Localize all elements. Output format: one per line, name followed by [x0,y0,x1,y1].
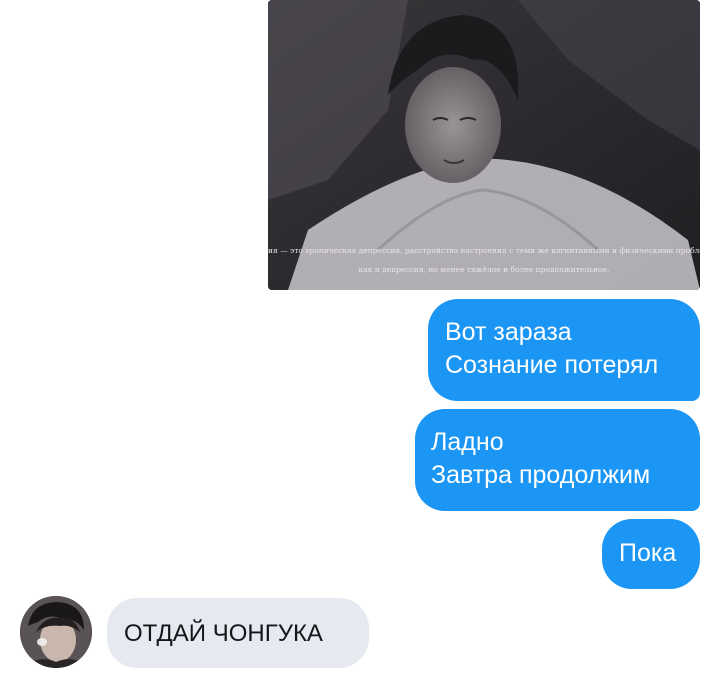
message-text: ОТДАЙ ЧОНГУКА [124,620,323,647]
incoming-message-bubble[interactable]: ОТДАЙ ЧОНГУКА [107,598,369,668]
outgoing-message-bubble[interactable]: Вот зараза Сознание потерял [428,299,700,401]
message-text: Пока [619,539,677,567]
outgoing-message-bubble[interactable]: Ладно Завтра продолжим [415,409,700,511]
message-text: Вот зараза [445,318,572,346]
photo-caption-line: как и депрессия, но менее тяжёлое и боле… [358,265,610,274]
photo-caption-line: ия — это хроническая депрессия, расстрой… [268,246,700,255]
sender-avatar[interactable] [20,596,92,668]
shared-photo[interactable]: ия — это хроническая депрессия, расстрой… [268,0,700,290]
avatar-image [20,596,92,668]
message-text: Завтра продолжим [431,461,651,489]
message-text: Сознание потерял [445,351,659,379]
photo-caption: ия — это хроническая депрессия, расстрой… [268,241,700,279]
outgoing-message-bubble[interactable]: Пока [602,519,700,589]
message-text: Ладно [431,428,504,456]
